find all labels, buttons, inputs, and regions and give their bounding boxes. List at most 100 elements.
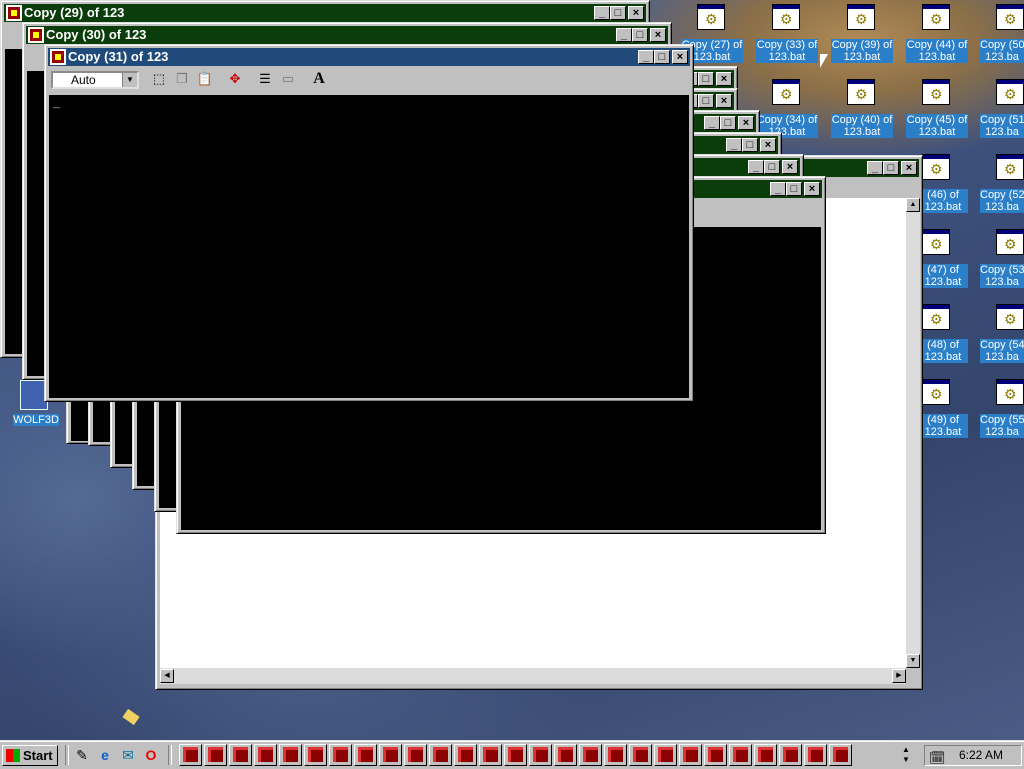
paste-icon[interactable]: 📋 [195, 71, 215, 89]
minimize-button[interactable]: _ [770, 182, 786, 196]
taskbar-task-button[interactable] [429, 744, 452, 766]
desktop-icon-label[interactable]: Copy (39) of 123.bat [831, 39, 893, 63]
batch-file-icon[interactable] [847, 79, 877, 107]
window-titlebar[interactable]: Copy (30) of 123 _ □ × [26, 26, 668, 44]
internet-explorer-icon[interactable]: e [96, 746, 114, 764]
taskbar-task-button[interactable] [254, 744, 277, 766]
minimize-button[interactable]: _ [704, 116, 720, 130]
taskbar-task-button[interactable] [179, 744, 202, 766]
taskbar-task-button[interactable] [529, 744, 552, 766]
taskbar-task-button[interactable] [679, 744, 702, 766]
mark-icon[interactable]: ⬚ [149, 71, 169, 89]
desktop-icon-label[interactable]: Copy (51 123.ba [980, 114, 1024, 138]
taskbar-task-button[interactable] [704, 744, 727, 766]
scheduler-icon[interactable]: 🗓 [929, 748, 946, 767]
outlook-express-icon[interactable]: ✉ [119, 746, 137, 764]
desktop-icon-label[interactable]: WOLF3D [13, 414, 59, 426]
desktop-icon-label[interactable]: (46) of 123.bat [918, 189, 968, 213]
desktop-icon-label[interactable]: Copy (54 123.ba [980, 339, 1024, 363]
batch-file-icon[interactable] [996, 79, 1024, 107]
close-button[interactable]: × [760, 138, 776, 152]
batch-file-icon[interactable] [847, 4, 877, 32]
taskbar-task-button[interactable] [804, 744, 827, 766]
clock[interactable]: 6:22 AM [959, 748, 1003, 762]
desktop-icon-label[interactable]: Copy (55 123.ba [980, 414, 1024, 438]
batch-file-icon[interactable] [922, 4, 952, 32]
scroll-right-icon[interactable]: ▶ [892, 669, 906, 683]
desktop-icon-label[interactable]: (49) of 123.bat [918, 414, 968, 438]
task-scroll[interactable]: ▲ ▼ [898, 745, 914, 766]
batch-file-icon[interactable] [922, 79, 952, 107]
batch-file-icon[interactable] [697, 4, 727, 32]
taskbar-task-button[interactable] [304, 744, 327, 766]
taskbar-task-button[interactable] [479, 744, 502, 766]
maximize-button[interactable]: □ [610, 6, 626, 20]
maximize-button[interactable]: □ [742, 138, 758, 152]
maximize-button[interactable]: □ [764, 160, 780, 174]
desktop-icon-label[interactable]: Copy (52 123.ba [980, 189, 1024, 213]
maximize-button[interactable]: □ [786, 182, 802, 196]
minimize-button[interactable]: _ [726, 138, 742, 152]
taskbar-task-button[interactable] [579, 744, 602, 766]
close-button[interactable]: × [716, 94, 732, 108]
batch-file-icon[interactable] [922, 304, 952, 332]
batch-file-icon[interactable] [922, 154, 952, 182]
copy-icon[interactable]: ❐ [172, 71, 192, 89]
active-msdos-window[interactable]: Copy (31) of 123 _ □ × Auto ▼ ⬚ ❐ 📋 ✥ ☰ ▭ A… [44, 44, 694, 402]
close-button[interactable]: × [650, 28, 666, 42]
taskbar-task-button[interactable] [829, 744, 852, 766]
window-titlebar[interactable]: Copy (29) of 123 _ □ × [4, 4, 646, 22]
font-size-select[interactable]: Auto ▼ [51, 71, 139, 89]
taskbar-task-button[interactable] [329, 744, 352, 766]
desktop-icon-label[interactable]: Copy (40) of 123.bat [831, 114, 893, 138]
taskbar-task-button[interactable] [229, 744, 252, 766]
close-button[interactable]: × [804, 182, 820, 196]
scroll-up-icon[interactable]: ▲ [906, 198, 920, 212]
batch-file-icon[interactable] [996, 379, 1024, 407]
desktop-icon-label[interactable]: Copy (33) of 123.bat [756, 39, 818, 63]
minimize-button[interactable]: _ [748, 160, 764, 174]
maximize-button[interactable]: □ [698, 94, 714, 108]
taskbar-task-button[interactable] [379, 744, 402, 766]
taskbar-task-button[interactable] [779, 744, 802, 766]
maximize-button[interactable]: □ [632, 28, 648, 42]
close-button[interactable]: × [782, 160, 798, 174]
maximize-button[interactable]: □ [698, 72, 714, 86]
taskbar-task-button[interactable] [354, 744, 377, 766]
batch-file-icon[interactable] [922, 229, 952, 257]
batch-file-icon[interactable] [996, 154, 1024, 182]
batch-file-icon[interactable] [772, 79, 802, 107]
close-button[interactable]: × [716, 72, 732, 86]
batch-file-icon[interactable] [996, 304, 1024, 332]
minimize-button[interactable]: _ [594, 6, 610, 20]
maximize-button[interactable]: □ [883, 161, 899, 175]
taskbar-task-button[interactable] [504, 744, 527, 766]
scroll-down-icon[interactable]: ▼ [906, 654, 920, 668]
start-button[interactable]: Start [2, 745, 58, 766]
desktop-icon-label[interactable]: Copy (44) of 123.bat [906, 39, 968, 63]
properties-icon[interactable]: ☰ [255, 71, 275, 89]
taskbar-task-button[interactable] [629, 744, 652, 766]
batch-file-icon[interactable] [996, 229, 1024, 257]
horizontal-scrollbar[interactable]: ◀ ▶ [160, 668, 906, 684]
desktop-icon-label[interactable]: (47) of 123.bat [918, 264, 968, 288]
taskbar-task-button[interactable] [554, 744, 577, 766]
maximize-button[interactable]: □ [720, 116, 736, 130]
show-desktop-icon[interactable]: ✎ [73, 746, 91, 764]
taskbar-task-button[interactable] [654, 744, 677, 766]
minimize-button[interactable]: _ [638, 50, 654, 64]
taskbar-task-button[interactable] [754, 744, 777, 766]
batch-file-icon[interactable] [922, 379, 952, 407]
desktop-icon-label[interactable]: (48) of 123.bat [918, 339, 968, 363]
desktop-icon-label[interactable]: Copy (45) of 123.bat [906, 114, 968, 138]
opera-icon[interactable]: O [142, 746, 160, 764]
minimize-button[interactable]: _ [867, 161, 883, 175]
console-screen[interactable]: _ [49, 95, 689, 398]
vertical-scrollbar[interactable]: ▲ ▼ [906, 198, 920, 668]
desktop-icon-label[interactable]: Copy (50 123.ba [980, 39, 1024, 63]
taskbar-task-button[interactable] [204, 744, 227, 766]
background-icon[interactable]: ▭ [278, 71, 298, 89]
taskbar-task-button[interactable] [454, 744, 477, 766]
chevron-down-icon[interactable]: ▼ [122, 73, 137, 87]
maximize-button[interactable]: □ [654, 50, 670, 64]
